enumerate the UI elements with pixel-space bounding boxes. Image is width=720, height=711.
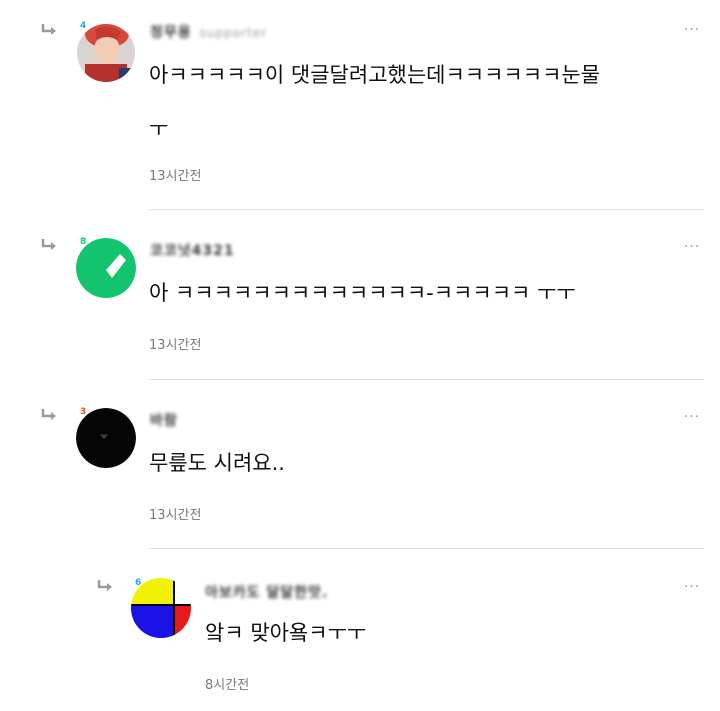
comment-text: 아ㅋㅋㅋㅋㅋ이 댓글달려고했는데ㅋㅋㅋㅋㅋㅋ눈물 ㅜ — [149, 48, 709, 156]
comment-2: 8 코코넛4321 ··· 아 ㅋㅋㅋㅋㅋㅋㅋㅋㅋㅋㅋㅋㅋ-ㅋㅋㅋㅋㅋ ㅜㅜ 1… — [0, 210, 720, 380]
comment-text: 무릎도 시려요.. — [149, 436, 709, 490]
comment-1: 4 정무용 supporter ··· 아ㅋㅋㅋㅋㅋ이 댓글달려고했는데ㅋㅋㅋㅋㅋ… — [0, 0, 720, 210]
comment-text-line: 아ㅋㅋㅋㅋㅋ이 댓글달려고했는데ㅋㅋㅋㅋㅋㅋ눈물 — [149, 63, 601, 87]
comment-text: 아 ㅋㅋㅋㅋㅋㅋㅋㅋㅋㅋㅋㅋㅋ-ㅋㅋㅋㅋㅋ ㅜㅜ — [149, 266, 709, 320]
timestamp: 13시간전 — [149, 169, 202, 184]
more-options-icon[interactable]: ··· — [682, 410, 702, 427]
avatar[interactable] — [131, 578, 191, 638]
level-badge: 4 — [80, 21, 87, 31]
timestamp: 13시간전 — [149, 508, 202, 523]
author-name[interactable]: 바람 — [150, 410, 178, 429]
black-circle-heart-icon — [76, 408, 136, 468]
comment-text-line: 무릎도 시려요.. — [149, 451, 285, 475]
timestamp: 13시간전 — [149, 338, 202, 353]
reply-arrow-icon — [40, 23, 58, 37]
more-options-icon[interactable]: ··· — [682, 23, 702, 40]
avatar[interactable] — [77, 24, 135, 82]
avatar[interactable] — [76, 408, 136, 468]
profile-photo-icon — [77, 24, 135, 82]
author-name[interactable]: 코코넛4321 — [150, 240, 235, 259]
green-circle-logo-icon — [76, 238, 136, 298]
timestamp: 8시간전 — [205, 678, 250, 693]
avatar[interactable] — [76, 238, 136, 298]
comment-3: 3 바람 ··· 무릎도 시려요.. 13시간전 — [0, 380, 720, 550]
reply-arrow-icon — [96, 579, 114, 593]
comment-4-reply: 6 아보카도 달달한맛. ··· 앜ㅋ 맞아욬ㅋㅜㅜ 8시간전 — [0, 549, 720, 711]
reply-arrow-icon — [40, 408, 58, 422]
color-block-avatar-icon — [131, 578, 191, 638]
author-name[interactable]: 정무용 supporter — [150, 22, 267, 41]
comment-text-line: 앜ㅋ 맞아욬ㅋㅜㅜ — [205, 621, 367, 645]
author-name[interactable]: 아보카도 달달한맛. — [205, 582, 328, 601]
more-options-icon[interactable]: ··· — [682, 580, 702, 597]
reply-arrow-icon — [40, 238, 58, 252]
more-options-icon[interactable]: ··· — [682, 240, 702, 257]
comment-text-line: ㅜ — [149, 117, 169, 141]
comment-text: 앜ㅋ 맞아욬ㅋㅜㅜ — [205, 606, 685, 660]
comment-text-line: 아 ㅋㅋㅋㅋㅋㅋㅋㅋㅋㅋㅋㅋㅋ-ㅋㅋㅋㅋㅋ ㅜㅜ — [149, 281, 576, 305]
